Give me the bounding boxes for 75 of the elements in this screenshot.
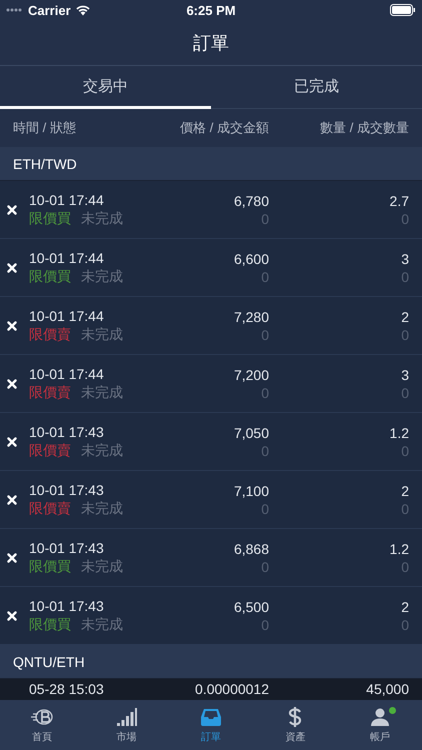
order-price: 6,500	[234, 598, 269, 614]
order-quantity: 1.2	[390, 540, 409, 556]
order-price: 6,600	[234, 250, 269, 266]
tab-bar-item[interactable]: 帳戶	[338, 700, 422, 750]
carrier-name: Carrier	[28, 2, 71, 18]
order-type: 限價賣	[29, 384, 71, 402]
bar-chart-icon	[116, 708, 137, 726]
order-quantity: 45,000	[366, 681, 409, 697]
notification-dot	[388, 706, 396, 714]
order-type: 限價賣	[29, 326, 71, 344]
order-price: 6,868	[234, 540, 269, 556]
tab[interactable]: 交易中	[0, 66, 211, 109]
order-time: 10-01 17:43	[29, 482, 105, 498]
logo-icon	[29, 708, 56, 726]
order-price: 7,200	[234, 366, 269, 382]
status-time: 6:25 PM	[185, 2, 237, 18]
order-time: 10-01 17:44	[29, 250, 105, 266]
order-time: 05-28 15:03	[29, 681, 105, 697]
order-time: 10-01 17:43	[29, 540, 105, 556]
order-time: 10-01 17:44	[29, 366, 105, 382]
order-quantity: 3	[401, 250, 409, 266]
order-price: 7,100	[234, 482, 269, 498]
order-quantity: 2.7	[390, 192, 409, 208]
order-quantity: 2	[401, 308, 409, 324]
signal-icon	[6, 8, 24, 12]
cancel-icon[interactable]	[7, 320, 17, 330]
order-type: 限價賣	[29, 500, 71, 518]
order-price: 6,780	[234, 192, 269, 208]
order-time: 10-01 17:44	[29, 192, 105, 208]
tab-bar-item[interactable]: 首頁	[0, 700, 84, 750]
column-header: 價格 / 成交金額	[179, 119, 269, 137]
page-title: 訂單	[193, 32, 229, 54]
order-time: 10-01 17:44	[29, 308, 105, 324]
order-status: 未完成	[81, 384, 123, 402]
dollar-icon	[288, 706, 302, 726]
order-status: 未完成	[81, 268, 123, 286]
wifi-icon	[74, 4, 91, 16]
order-status: 未完成	[81, 326, 123, 344]
trading-pair: ETH/TWD	[13, 156, 77, 172]
order-quantity: 2	[401, 598, 409, 614]
order-quantity: 2	[401, 482, 409, 498]
column-header: 時間 / 狀態	[13, 119, 77, 137]
order-quantity: 1.2	[390, 424, 409, 440]
tab[interactable]: 已完成	[211, 66, 422, 109]
person-icon	[370, 708, 389, 726]
cancel-icon[interactable]	[7, 436, 17, 446]
order-status: 未完成	[81, 500, 123, 518]
cancel-icon[interactable]	[7, 610, 17, 620]
order-time: 10-01 17:43	[29, 424, 105, 440]
column-header: 數量 / 成交數量	[319, 119, 409, 137]
cancel-icon[interactable]	[7, 552, 17, 562]
order-type: 限價買	[29, 268, 71, 286]
order-type: 限價賣	[29, 442, 71, 460]
order-quantity: 3	[401, 366, 409, 382]
tab-bar-item[interactable]: 市場	[84, 700, 169, 750]
order-type: 限價買	[29, 616, 71, 634]
order-price: 0.00000012	[195, 681, 269, 697]
battery-icon	[390, 4, 416, 16]
order-price: 7,050	[234, 424, 269, 440]
trading-pair: QNTU/ETH	[13, 654, 85, 670]
cancel-icon[interactable]	[7, 262, 17, 272]
order-status: 未完成	[81, 210, 123, 228]
cancel-icon[interactable]	[7, 494, 17, 504]
order-status: 未完成	[81, 616, 123, 634]
cancel-icon[interactable]	[7, 378, 17, 388]
tab-bar-item[interactable]: 資產	[253, 700, 338, 750]
order-time: 10-01 17:43	[29, 598, 105, 614]
tab-bar-item[interactable]: 訂單	[168, 700, 254, 750]
order-price: 7,280	[234, 308, 269, 324]
inbox-icon	[201, 708, 222, 726]
order-status: 未完成	[81, 442, 123, 460]
order-type: 限價買	[29, 210, 71, 228]
order-type: 限價買	[29, 558, 71, 576]
cancel-icon[interactable]	[7, 204, 17, 214]
order-status: 未完成	[81, 558, 123, 576]
